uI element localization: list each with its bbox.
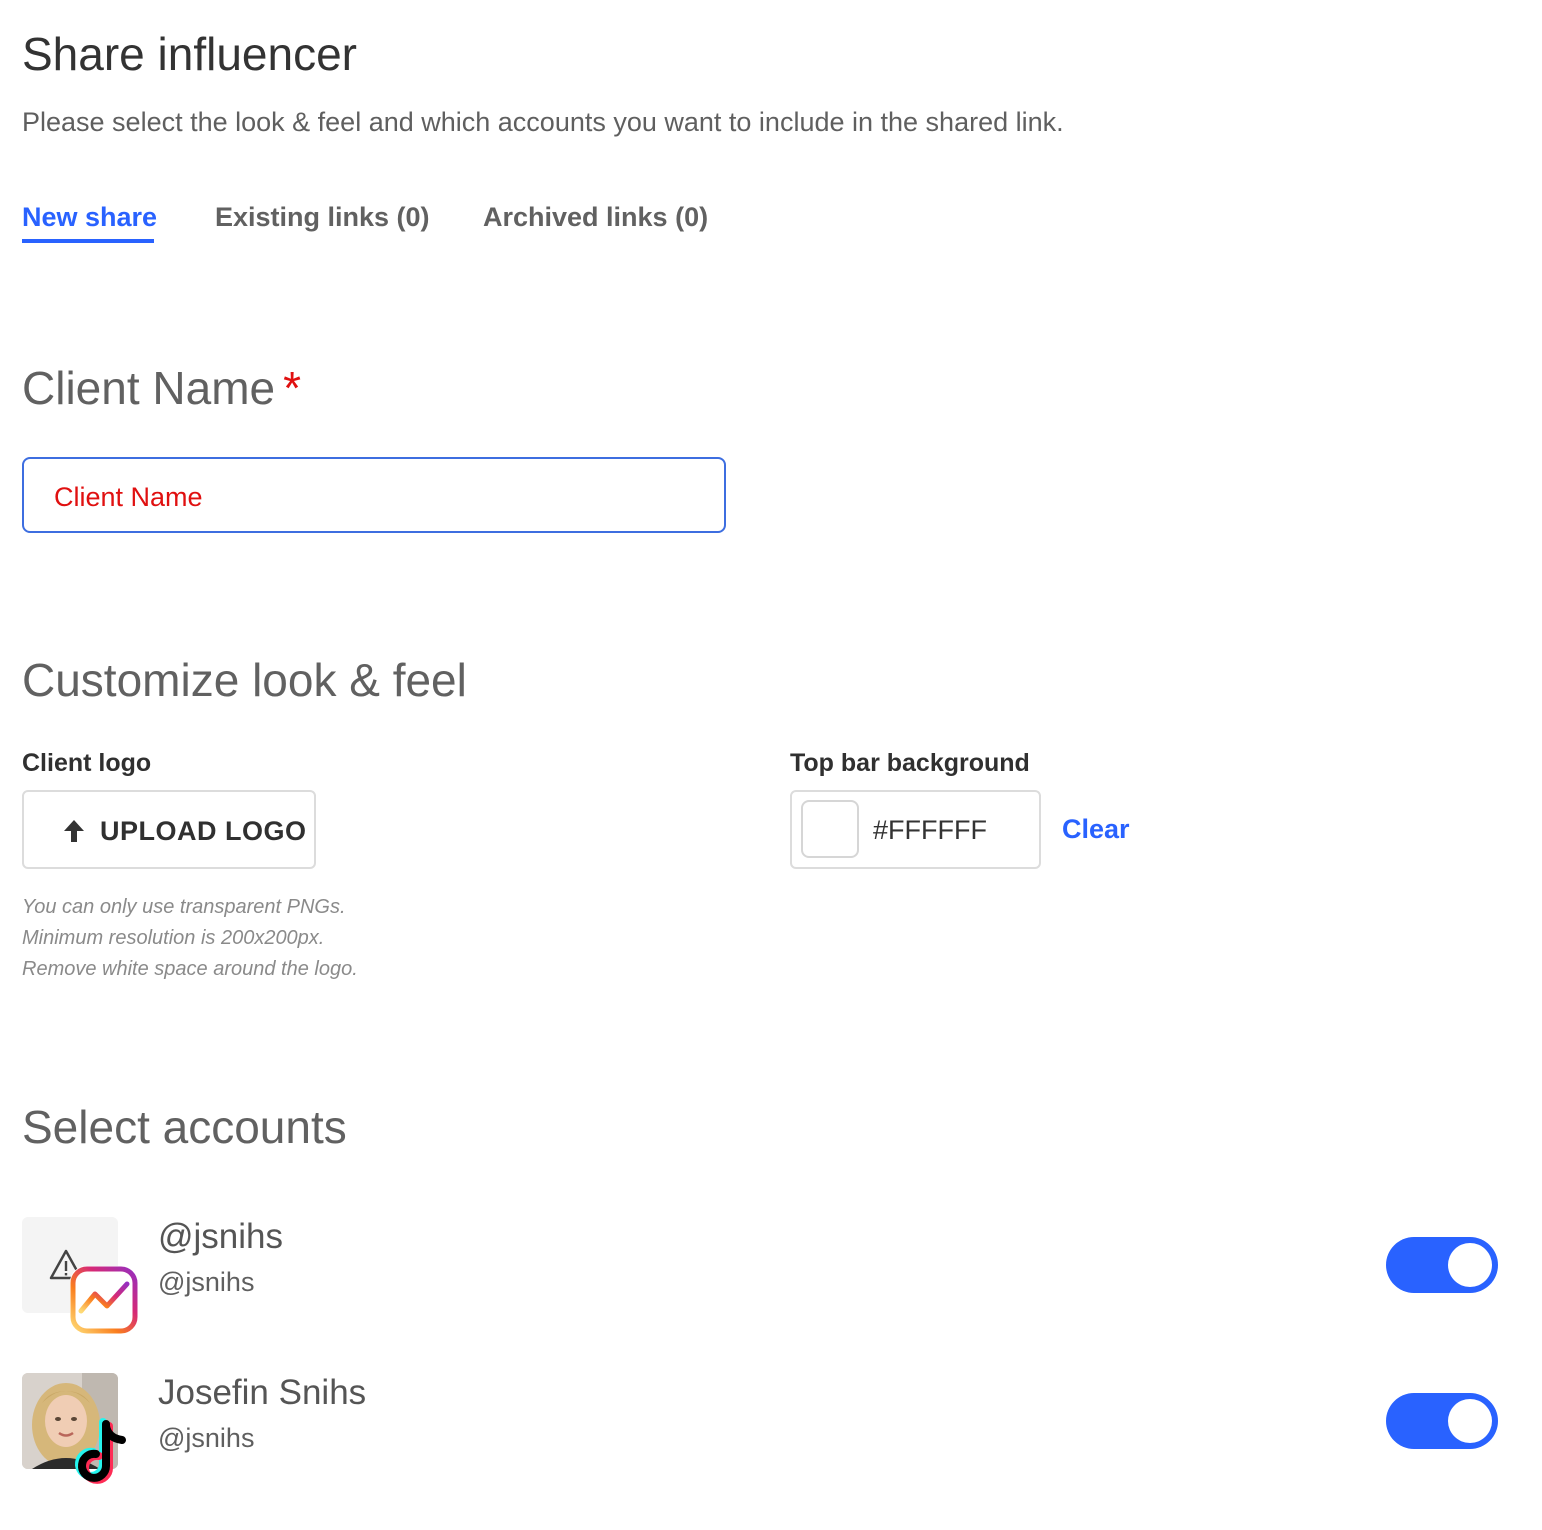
color-hex-value[interactable]: #FFFFFF [873,812,987,848]
instagram-icon [68,1264,140,1336]
account-name: Josefin Snihs [158,1373,367,1412]
logo-hints: You can only use transparent PNGs. Minim… [22,892,358,985]
active-tab-indicator [22,239,154,243]
select-accounts-heading: Select accounts [22,1101,347,1153]
top-bar-color-picker[interactable]: #FFFFFF [790,790,1041,869]
account-toggle[interactable] [1386,1393,1498,1449]
arrow-up-icon [62,818,86,844]
toggle-knob [1448,1243,1492,1287]
upload-logo-label: UPLOAD LOGO [100,816,307,846]
logo-hint: Remove white space around the logo. [22,958,358,980]
toggle-knob [1448,1399,1492,1443]
upload-logo-button[interactable]: UPLOAD LOGO [22,790,316,869]
color-swatch[interactable] [801,800,859,858]
client-name-heading: Client Name * [22,360,301,416]
page-subtitle: Please select the look & feel and which … [22,107,1064,137]
client-name-field[interactable] [22,457,726,533]
tab-existing-links[interactable]: Existing links (0) [215,199,430,235]
client-logo-label: Client logo [22,749,152,777]
required-mark: * [283,362,301,414]
tab-new-share[interactable]: New share [22,199,157,235]
logo-hint: Minimum resolution is 200x200px. [22,927,325,949]
tiktok-icon [74,1418,136,1490]
client-name-heading-text: Client Name [22,362,276,414]
clear-color-button[interactable]: Clear [1062,811,1130,847]
account-handle: @jsnihs [158,1423,255,1453]
tab-archived-links[interactable]: Archived links (0) [483,199,708,235]
account-toggle[interactable] [1386,1237,1498,1293]
customize-heading: Customize look & feel [22,654,467,706]
page-title: Share influencer [22,28,357,80]
logo-hint: You can only use transparent PNGs. [22,896,346,918]
client-name-input[interactable] [52,477,696,517]
account-name: @jsnihs [158,1217,284,1256]
account-handle: @jsnihs [158,1267,255,1297]
top-bar-background-label: Top bar background [790,749,1030,777]
